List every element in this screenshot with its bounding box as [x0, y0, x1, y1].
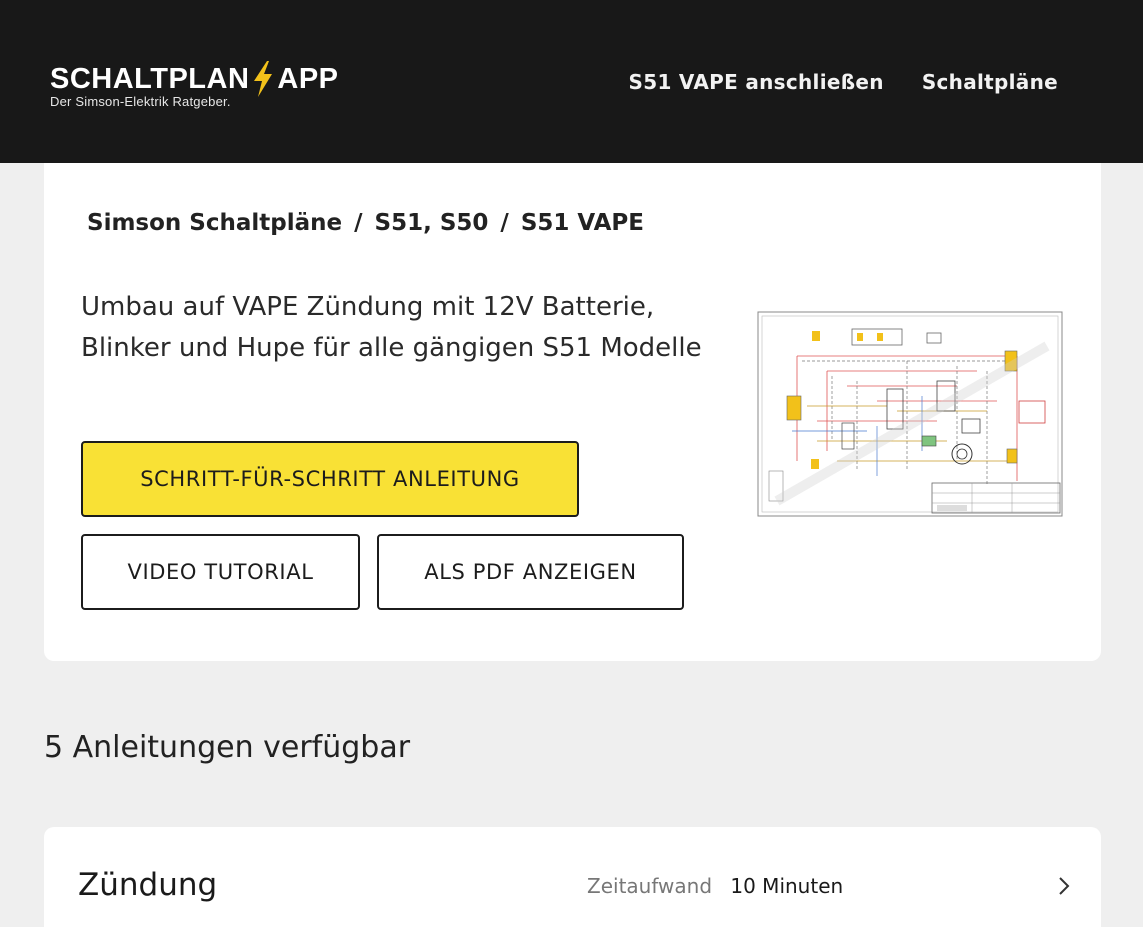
guides-count-heading: 5 Anleitungen verfügbar	[44, 730, 411, 765]
logo-tagline: Der Simson-Elektrik Ratgeber.	[50, 94, 231, 109]
main-nav: S51 VAPE anschließen Schaltpläne	[629, 70, 1058, 94]
guide-title: Zündung	[78, 867, 218, 903]
breadcrumb-separator: /	[354, 210, 363, 236]
wiring-diagram-thumbnail[interactable]	[757, 311, 1063, 517]
lightning-bolt-icon	[254, 61, 273, 97]
nav-link-s51-vape[interactable]: S51 VAPE anschließen	[629, 70, 884, 94]
step-by-step-guide-button[interactable]: SCHRITT-FÜR-SCHRITT ANLEITUNG	[81, 441, 579, 517]
breadcrumb-item-schaltplaene[interactable]: Simson Schaltpläne	[87, 210, 342, 236]
logo-text-right: APP	[277, 63, 339, 95]
duration-value: 10 Minuten	[730, 874, 844, 898]
duration-label: Zeitaufwand	[587, 874, 713, 898]
breadcrumb-separator: /	[500, 210, 509, 236]
breadcrumb-item-s51-s50[interactable]: S51, S50	[375, 210, 489, 236]
chevron-right-icon[interactable]	[1057, 875, 1071, 897]
logo-text-left: SCHALTPLAN	[50, 63, 250, 95]
list-item[interactable]: Zündung Zeitaufwand 10 Minuten	[44, 827, 1101, 927]
product-description: Umbau auf VAPE Zündung mit 12V Batterie,…	[81, 292, 702, 363]
guide-duration: Zeitaufwand 10 Minuten	[587, 874, 843, 898]
product-card: Simson Schaltpläne / S51, S50 / S51 VAPE…	[44, 163, 1101, 661]
video-tutorial-button[interactable]: VIDEO TUTORIAL	[81, 534, 360, 610]
breadcrumb: Simson Schaltpläne / S51, S50 / S51 VAPE	[87, 210, 644, 236]
logo[interactable]: SCHALTPLAN APP Der Simson-Elektrik Ratge…	[50, 60, 339, 109]
site-header: SCHALTPLAN APP Der Simson-Elektrik Ratge…	[0, 0, 1143, 163]
show-pdf-button[interactable]: ALS PDF ANZEIGEN	[377, 534, 684, 610]
nav-link-schaltplaene[interactable]: Schaltpläne	[922, 70, 1058, 94]
breadcrumb-item-s51-vape[interactable]: S51 VAPE	[521, 210, 644, 236]
